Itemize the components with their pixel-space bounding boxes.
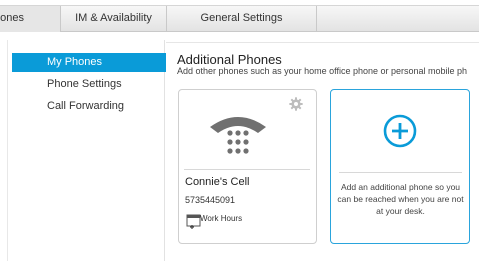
gear-icon[interactable]: [289, 97, 303, 111]
sidebar-item-my-phones[interactable]: My Phones: [12, 53, 166, 72]
sidebar-item-phone-settings[interactable]: Phone Settings: [12, 75, 166, 94]
tab-my-phones[interactable]: hones: [0, 6, 61, 32]
sidebar-item-label: Call Forwarding: [47, 100, 125, 112]
sidebar-item-label: My Phones: [47, 56, 103, 68]
plus-circle-icon[interactable]: [382, 113, 418, 149]
page-title: Additional Phones: [177, 52, 282, 67]
content-divider: [166, 42, 479, 43]
desk-phone-icon: [210, 117, 266, 154]
phone-name: Connie's Cell: [185, 176, 250, 188]
tab-label: IM & Availability: [75, 12, 152, 24]
add-phone-description: Add an additional phone so you can be re…: [337, 182, 464, 216]
tab-general-settings[interactable]: General Settings: [167, 6, 317, 32]
page-subtitle: Add other phones such as your home offic…: [177, 66, 468, 76]
sidebar: My Phones Phone Settings Call Forwarding: [7, 40, 166, 261]
tab-im-availability[interactable]: IM & Availability: [61, 6, 167, 32]
sidebar-item-label: Phone Settings: [47, 78, 122, 90]
tab-bar: hones IM & Availability General Settings: [0, 5, 479, 32]
tab-label: hones: [0, 12, 24, 24]
add-card-divider: [339, 172, 462, 173]
tab-label: General Settings: [200, 12, 283, 24]
work-hours-label[interactable]: Work Hours: [200, 214, 242, 223]
card-divider: [184, 169, 310, 170]
phone-number: 5735445091: [185, 195, 236, 205]
sidebar-item-call-forwarding[interactable]: Call Forwarding: [12, 97, 166, 116]
